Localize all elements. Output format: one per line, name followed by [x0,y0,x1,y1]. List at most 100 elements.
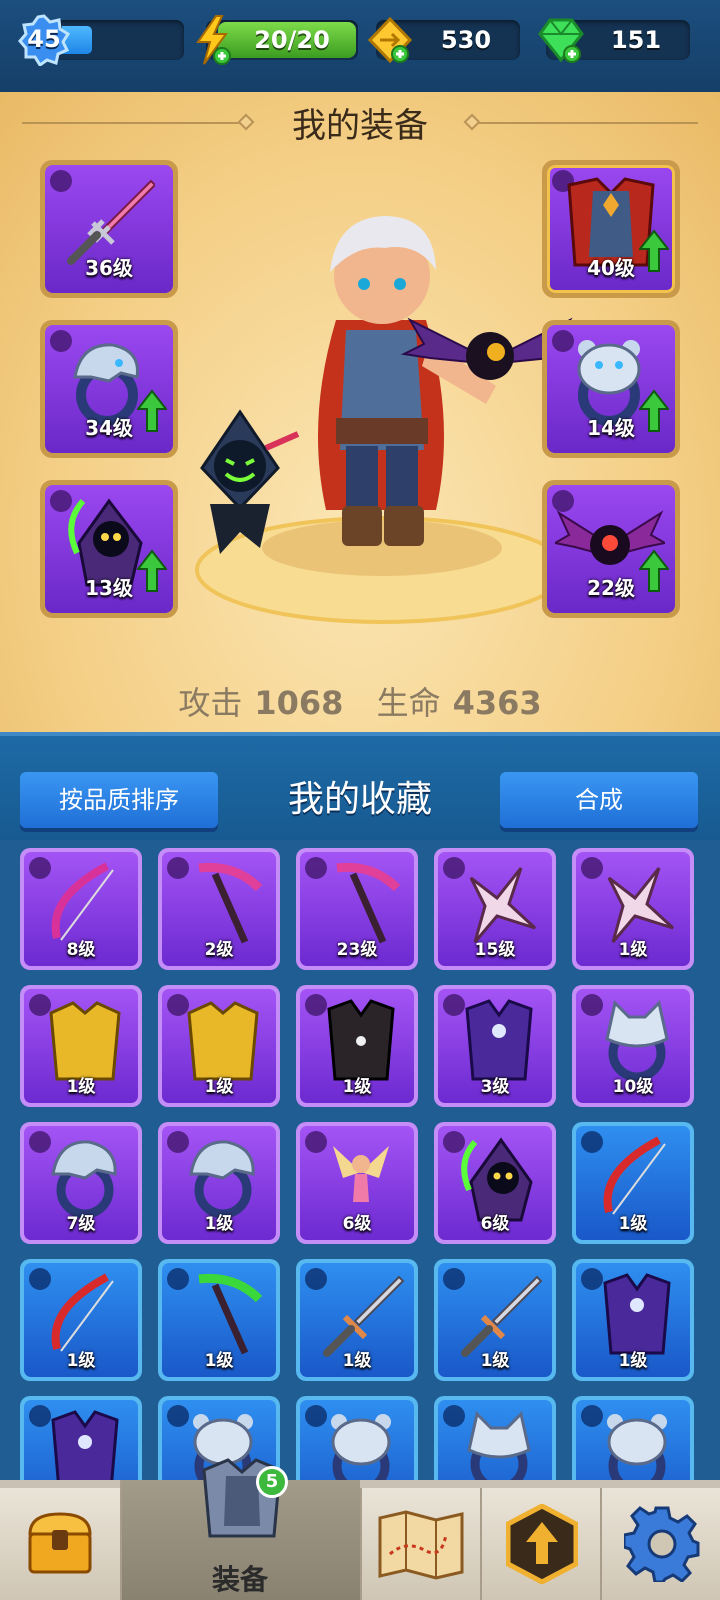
upgrade-arrow-icon [639,549,669,592]
item-level: 1级 [342,1077,372,1097]
card-background [300,1400,414,1480]
nav-upgrade[interactable] [480,1488,600,1600]
card-background: 1级 [576,852,690,966]
collection-item-card[interactable]: 23级 [296,848,418,970]
equip-slot-ring-1[interactable]: 34级 [40,320,178,458]
map-icon [378,1510,464,1580]
energy-bolt-icon [196,15,231,65]
slot-background: 36级 [45,165,173,293]
nav-map[interactable] [360,1488,480,1600]
treasure-chest-icon [28,1512,92,1574]
item-level: 1级 [618,1214,648,1234]
gem-icon [538,18,584,63]
slot-background: 34级 [45,325,173,453]
collection-item-card[interactable] [434,1396,556,1480]
collection-item-card[interactable]: 7级 [20,1122,142,1244]
item-level: 1级 [618,940,648,960]
collection-item-card[interactable]: 10级 [572,985,694,1107]
collection-item-card[interactable]: 6级 [296,1122,418,1244]
item-level: 1级 [342,1351,372,1371]
card-background: 8级 [24,852,138,966]
item-level: 3级 [480,1077,510,1097]
item-level: 1级 [66,1351,96,1371]
gems-count: 151 [610,26,662,54]
upgrade-icon [506,1504,578,1584]
collection-title: 我的收藏 [287,779,432,820]
collection-item-card[interactable]: 1级 [572,848,694,970]
card-background: 1级 [24,1263,138,1377]
wolf-ring-icon [467,1411,531,1480]
item-level: 7级 [66,1214,96,1234]
collection-item-card[interactable]: 1级 [572,1259,694,1381]
gold-count: 530 [440,26,492,54]
collection-item-card[interactable]: 1级 [434,1259,556,1381]
item-level: 2级 [204,940,234,960]
collection-item-card[interactable]: 1级 [20,985,142,1107]
nav-shop[interactable] [0,1488,120,1600]
nav-settings[interactable] [600,1488,720,1600]
equipment-notification-badge: 5 [256,1466,288,1498]
item-level: 1级 [66,1077,96,1097]
collection-item-card[interactable]: 2级 [158,848,280,970]
collection-item-card[interactable] [572,1396,694,1480]
card-background: 15级 [438,852,552,966]
slot-background: 14级 [547,325,675,453]
sort-by-quality-button[interactable]: 按品质排序 [20,772,218,828]
collection-item-card[interactable]: 1级 [296,1259,418,1381]
card-background: 6级 [438,1126,552,1240]
card-background: 1级 [300,1263,414,1377]
equip-slot-armor[interactable]: 40级 [542,160,680,298]
item-level: 8级 [66,940,96,960]
merge-button[interactable]: 合成 [500,772,698,828]
slot-background: 22级 [547,485,675,613]
collection-item-card[interactable]: 15级 [434,848,556,970]
card-background [576,1400,690,1480]
hero-stats: 攻击 1068 生命 4363 [0,678,720,724]
card-background: 7级 [24,1126,138,1240]
equipment-title: 我的装备 [292,106,428,146]
player-level: 45 [27,25,61,53]
collection-item-card[interactable]: 3级 [434,985,556,1107]
collection-item-card[interactable]: 1级 [158,1122,280,1244]
collection-item-card[interactable] [296,1396,418,1480]
item-level: 6级 [342,1214,372,1234]
card-background: 6级 [300,1126,414,1240]
collection-item-card[interactable]: 1级 [158,985,280,1107]
hp-value: 4363 [452,684,542,722]
collection-item-card[interactable]: 1级 [296,985,418,1107]
equip-slot-weapon[interactable]: 36级 [40,160,178,298]
slot-background: 13级 [45,485,173,613]
collection-item-card[interactable]: 1级 [572,1122,694,1244]
item-level: 15级 [474,940,516,960]
collection-item-card[interactable]: 1级 [20,1259,142,1381]
upgrade-arrow-icon [639,389,669,432]
moon-robe-icon [51,1410,119,1480]
equip-slot-pet-2[interactable]: 22级 [542,480,680,618]
card-background: 1级 [300,989,414,1103]
equip-slot-pet-1[interactable]: 13级 [40,480,178,618]
attack-label: 攻击 [178,684,243,722]
collection-item-card[interactable]: 6级 [434,1122,556,1244]
slot-background: 40级 [547,165,675,293]
reaper-pet-companion [200,409,300,554]
bear-ring-icon [607,1414,667,1480]
item-level: 1级 [204,1351,234,1371]
bear-ring-icon [331,1414,391,1480]
collection-item-card[interactable] [20,1396,142,1480]
collection-item-card[interactable]: 1级 [158,1259,280,1381]
settings-gear-icon [624,1506,700,1582]
card-background: 1级 [162,1263,276,1377]
energy-count: 20/20 [254,26,330,54]
card-background: 10级 [576,989,690,1103]
card-background: 1级 [24,989,138,1103]
card-background [24,1400,138,1480]
card-background: 1级 [162,1126,276,1240]
equip-slot-ring-2[interactable]: 14级 [542,320,680,458]
collection-item-card[interactable]: 8级 [20,848,142,970]
upgrade-arrow-icon [137,389,167,432]
item-level: 1级 [480,1351,510,1371]
item-level: 1级 [204,1214,234,1234]
attack-value: 1068 [254,684,344,722]
collection-grid[interactable]: 8级 2级 23级 15级 1级 1级 1级 1级 3级 10级 7级 1级 6级 6级 1级 1级 1级 1级 1… [0,840,720,1480]
card-background: 2级 [162,852,276,966]
